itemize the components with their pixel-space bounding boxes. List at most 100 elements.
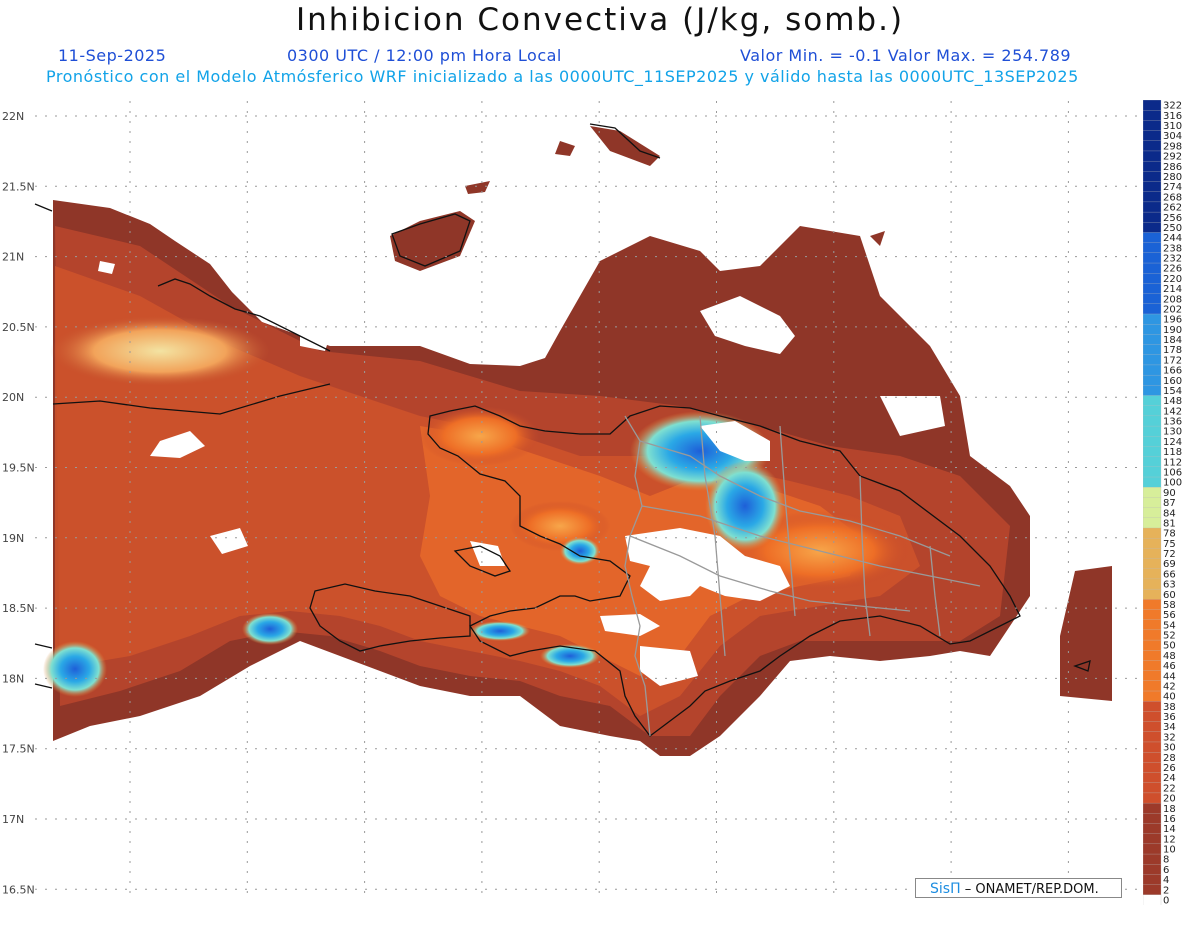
color-bar-swatch (1143, 466, 1162, 478)
lat-label: 18.5N (2, 602, 35, 615)
color-bar-swatch (1143, 599, 1162, 611)
cin-field (43, 126, 1112, 756)
color-bar-swatch (1143, 701, 1162, 713)
color-bar-swatch (1143, 813, 1162, 825)
color-bar-swatch (1143, 262, 1162, 274)
chart-title: Inhibicion Convectiva (J/kg, somb.) (295, 2, 905, 38)
color-bar-swatch (1143, 548, 1162, 560)
color-bar-swatch (1143, 283, 1162, 295)
color-bar-swatch (1143, 252, 1162, 264)
color-bar-swatch (1143, 150, 1162, 162)
color-bar-swatch (1143, 762, 1162, 774)
color-bar-swatch (1143, 232, 1162, 244)
color-bar-swatch (1143, 588, 1162, 600)
color-bar-swatch (1143, 415, 1162, 427)
color-bar-swatch (1143, 629, 1162, 641)
model-description: Pronóstico con el Modelo Atmósferico WRF… (46, 67, 1079, 86)
color-bar-swatch (1143, 517, 1162, 529)
color-bar-swatch (1143, 324, 1162, 336)
color-bar-swatch (1143, 436, 1162, 448)
lat-label: 21.5N (2, 180, 35, 193)
color-bar-swatch (1143, 578, 1162, 590)
color-bar-swatch (1143, 843, 1162, 855)
color-bar-swatch (1143, 446, 1162, 458)
sispi-logo: SisΠ (930, 881, 961, 897)
map-panel: 22N 21.5N 21N 20.5N 20N 19.5N 19N 18.5N 18N 17.5N… (0, 96, 1140, 906)
color-bar-swatch (1143, 273, 1162, 285)
color-bar-swatch (1143, 497, 1162, 509)
color-bar-swatch (1143, 201, 1162, 213)
color-bar-swatch (1143, 772, 1162, 784)
color-bar-swatch (1143, 538, 1162, 550)
color-bar-swatch (1143, 894, 1162, 905)
color-bar-swatch (1143, 690, 1162, 702)
credit-text: – ONAMET/REP.DOM. (964, 882, 1099, 897)
color-bar-swatch (1143, 293, 1162, 305)
color-bar-swatch (1143, 853, 1162, 865)
color-bar-swatch (1143, 303, 1162, 315)
color-bar-swatch (1143, 680, 1162, 692)
forecast-time: 0300 UTC / 12:00 pm Hora Local (287, 46, 562, 65)
color-bar-swatch (1143, 619, 1162, 631)
color-bar-swatch (1143, 374, 1162, 386)
color-bar-swatch (1143, 660, 1162, 672)
lat-label: 22N (2, 110, 24, 123)
color-bar-swatch (1143, 140, 1162, 152)
lat-label: 20N (2, 391, 24, 404)
color-bar-swatches (1143, 100, 1162, 905)
color-bar-swatch (1143, 650, 1162, 662)
color-bar-swatch (1143, 425, 1162, 437)
color-bar-swatch (1143, 211, 1162, 223)
color-bar-swatch (1143, 110, 1162, 122)
lat-label: 17N (2, 813, 24, 826)
lat-label: 21N (2, 251, 24, 264)
lat-label: 19N (2, 532, 24, 545)
color-bar-swatch (1143, 731, 1162, 743)
forecast-date: 11-Sep-2025 (58, 46, 167, 65)
color-bar-swatch (1143, 802, 1162, 814)
color-bar-swatch (1143, 752, 1162, 763)
color-bar-swatch (1143, 171, 1162, 183)
color-bar-label: 0 (1163, 895, 1169, 905)
color-bar-swatch (1143, 364, 1162, 376)
latitude-labels: 22N 21.5N 21N 20.5N 20N 19.5N 19N 18.5N 18N 17.5N… (2, 110, 35, 896)
color-bar-swatch (1143, 385, 1162, 397)
color-bar-swatch (1143, 222, 1162, 234)
color-bar-swatch (1143, 670, 1162, 682)
color-bar-swatch (1143, 874, 1162, 886)
color-bar-swatch (1143, 741, 1162, 753)
color-bar-swatch (1143, 558, 1162, 570)
color-bar-swatch (1143, 609, 1162, 621)
color-bar-swatch (1143, 721, 1162, 733)
color-bar-swatch (1143, 782, 1162, 794)
color-bar-swatch (1143, 405, 1162, 417)
color-bar: 3223163103042982922862802742682622562502… (1143, 100, 1182, 905)
color-bar-labels: 3223163103042982922862802742682622562502… (1163, 101, 1182, 905)
lat-label: 18N (2, 672, 24, 685)
color-bar-swatch (1143, 823, 1162, 835)
color-bar-swatch (1143, 120, 1162, 132)
color-bar-swatch (1143, 864, 1162, 876)
color-bar-swatch (1143, 181, 1162, 193)
color-bar-swatch (1143, 476, 1162, 488)
color-bar-swatch (1143, 242, 1162, 254)
lat-label: 20.5N (2, 321, 35, 334)
lat-label: 17.5N (2, 743, 35, 756)
color-bar-swatch (1143, 344, 1162, 356)
color-bar-swatch (1143, 884, 1162, 896)
color-bar-swatch (1143, 313, 1162, 325)
credit-box: SisΠ – ONAMET/REP.DOM. (915, 878, 1122, 898)
color-bar-swatch (1143, 527, 1162, 539)
color-bar-swatch (1143, 639, 1162, 651)
color-bar-swatch (1143, 833, 1162, 845)
map-canvas: 22N 21.5N 21N 20.5N 20N 19.5N 19N 18.5N 18N 17.5N… (2, 101, 1140, 896)
color-bar-swatch (1143, 487, 1162, 499)
lat-label: 16.5N (2, 883, 35, 896)
color-bar-swatch (1143, 792, 1162, 804)
color-bar-swatch (1143, 507, 1162, 519)
color-bar-swatch (1143, 334, 1162, 346)
color-bar-swatch (1143, 160, 1162, 172)
color-bar-swatch (1143, 456, 1162, 468)
color-bar-swatch (1143, 354, 1162, 366)
color-bar-swatch (1143, 711, 1162, 723)
